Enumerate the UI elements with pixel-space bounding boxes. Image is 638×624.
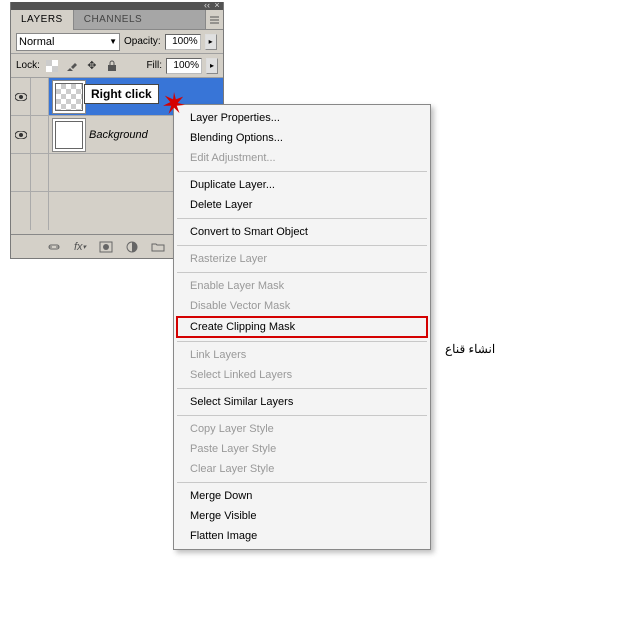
- annotation-arabic: انشاء قناع: [445, 342, 495, 356]
- blend-mode-value: Normal: [19, 36, 54, 48]
- menu-item[interactable]: Delete Layer: [176, 195, 428, 215]
- tab-layers[interactable]: LAYERS: [11, 10, 74, 30]
- fx-icon[interactable]: fx▾: [71, 238, 89, 256]
- menu-item[interactable]: Duplicate Layer...: [176, 175, 428, 195]
- menu-item[interactable]: Merge Visible: [176, 506, 428, 526]
- mask-icon[interactable]: [97, 238, 115, 256]
- menu-item: Edit Adjustment...: [176, 148, 428, 168]
- panel-topbar: ‹‹ ×: [11, 2, 223, 10]
- menu-item[interactable]: Create Clipping Mask: [176, 316, 428, 338]
- opacity-label: Opacity:: [124, 36, 161, 47]
- menu-item: Link Layers: [176, 345, 428, 365]
- menu-separator: [177, 482, 427, 483]
- layer-name[interactable]: Background: [89, 129, 148, 141]
- lock-row: Lock: ✥ Fill: ▸: [11, 54, 223, 78]
- panel-menu-icon[interactable]: [205, 10, 223, 29]
- opacity-input[interactable]: [165, 34, 201, 50]
- menu-item[interactable]: Convert to Smart Object: [176, 222, 428, 242]
- chevron-down-icon: ▼: [109, 37, 117, 46]
- menu-separator: [177, 218, 427, 219]
- menu-separator: [177, 245, 427, 246]
- lock-all-icon[interactable]: [104, 58, 120, 74]
- menu-separator: [177, 415, 427, 416]
- tab-channels[interactable]: CHANNELS: [74, 10, 152, 30]
- lock-paint-icon[interactable]: [64, 58, 80, 74]
- menu-item: Paste Layer Style: [176, 439, 428, 459]
- burst-icon: [163, 92, 185, 114]
- collapse-icon[interactable]: ‹‹: [203, 2, 211, 9]
- menu-separator: [177, 272, 427, 273]
- menu-separator: [177, 171, 427, 172]
- link-icon[interactable]: [45, 238, 63, 256]
- menu-separator: [177, 341, 427, 342]
- context-menu: Layer Properties...Blending Options...Ed…: [173, 104, 431, 550]
- layer-thumbnail[interactable]: [55, 83, 83, 111]
- menu-separator: [177, 388, 427, 389]
- menu-item[interactable]: Layer Properties...: [176, 108, 428, 128]
- lock-label: Lock:: [16, 60, 40, 71]
- adjustment-icon[interactable]: [123, 238, 141, 256]
- menu-item[interactable]: Select Similar Layers: [176, 392, 428, 412]
- menu-item[interactable]: Flatten Image: [176, 526, 428, 546]
- menu-item: Enable Layer Mask: [176, 276, 428, 296]
- opacity-flyout-icon[interactable]: ▸: [205, 34, 217, 50]
- link-col: [31, 78, 49, 115]
- link-col: [31, 116, 49, 153]
- eye-icon: [15, 131, 27, 139]
- close-icon[interactable]: ×: [213, 2, 221, 9]
- menu-item: Copy Layer Style: [176, 419, 428, 439]
- layer-thumbnail[interactable]: [55, 121, 83, 149]
- fill-flyout-icon[interactable]: ▸: [206, 58, 218, 74]
- lock-transparency-icon[interactable]: [44, 58, 60, 74]
- fill-input[interactable]: [166, 58, 202, 74]
- menu-item: Rasterize Layer: [176, 249, 428, 269]
- visibility-toggle[interactable]: [11, 116, 31, 153]
- lock-position-icon[interactable]: ✥: [84, 58, 100, 74]
- visibility-toggle[interactable]: [11, 78, 31, 115]
- panel-tabs: LAYERS CHANNELS: [11, 10, 223, 30]
- menu-item[interactable]: Merge Down: [176, 486, 428, 506]
- blend-mode-select[interactable]: Normal ▼: [16, 33, 120, 51]
- fill-label: Fill:: [146, 60, 162, 71]
- group-icon[interactable]: [149, 238, 167, 256]
- menu-item: Select Linked Layers: [176, 365, 428, 385]
- menu-item[interactable]: Blending Options...: [176, 128, 428, 148]
- eye-icon: [15, 93, 27, 101]
- menu-item: Disable Vector Mask: [176, 296, 428, 316]
- blend-row: Normal ▼ Opacity: ▸: [11, 30, 223, 54]
- menu-item: Clear Layer Style: [176, 459, 428, 479]
- callout-label: Right click: [84, 84, 159, 104]
